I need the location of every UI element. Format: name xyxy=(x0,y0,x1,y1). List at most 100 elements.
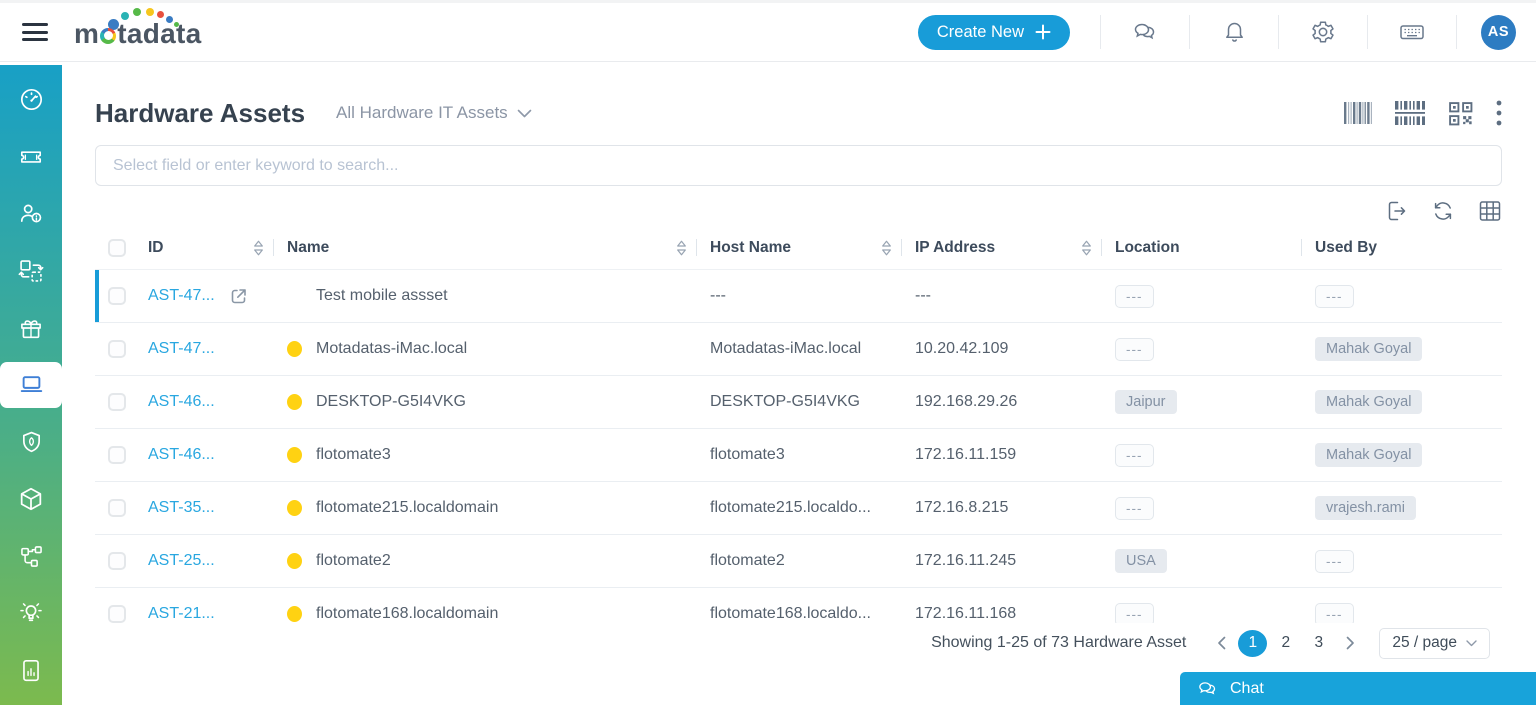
asset-name: DESKTOP-G5I4VKG xyxy=(316,393,466,410)
column-header-host-name[interactable]: Host Name xyxy=(710,226,915,269)
location-tag: Jaipur xyxy=(1115,390,1177,414)
host-name: flotomate3 xyxy=(710,446,785,463)
column-header-ip-address[interactable]: IP Address xyxy=(915,226,1115,269)
page-size-select[interactable]: 25 / page xyxy=(1379,627,1490,659)
sidebar-item-topology[interactable] xyxy=(0,528,62,585)
settings-icon[interactable] xyxy=(1279,19,1367,45)
sidebar-item-security[interactable] xyxy=(0,414,62,471)
table-row[interactable]: AST-25... flotomate2 flotomate2 172.16.1… xyxy=(95,535,1502,588)
open-in-new-icon[interactable] xyxy=(228,286,249,307)
host-name: Motadatas-iMac.local xyxy=(710,340,862,357)
change-icon xyxy=(18,259,44,282)
row-checkbox[interactable] xyxy=(108,393,126,411)
asset-id-link[interactable]: AST-47... xyxy=(148,340,215,358)
logo-dot xyxy=(174,22,179,27)
location-tag: --- xyxy=(1115,284,1154,308)
asset-id-link[interactable]: AST-35... xyxy=(148,499,215,517)
sidebar-item-knowledge[interactable] xyxy=(0,585,62,642)
column-header-name[interactable]: Name xyxy=(287,226,710,269)
asset-id-link[interactable]: AST-46... xyxy=(148,393,215,411)
column-header-used-by[interactable]: Used By xyxy=(1315,226,1502,269)
host-name: --- xyxy=(710,287,726,304)
idea-icon xyxy=(20,603,42,622)
select-all-checkbox[interactable] xyxy=(108,238,126,257)
user-avatar[interactable]: AS xyxy=(1481,14,1516,50)
asset-id-link[interactable]: AST-25... xyxy=(148,552,215,570)
export-icon[interactable] xyxy=(1384,199,1408,223)
table-row[interactable]: AST-21... flotomate168.localdomain floto… xyxy=(95,588,1502,623)
view-filter-dropdown[interactable]: All Hardware IT Assets xyxy=(336,103,532,123)
asset-name: flotomate2 xyxy=(316,552,391,569)
keyboard-icon[interactable] xyxy=(1368,20,1456,44)
package-icon xyxy=(20,488,42,511)
refresh-icon[interactable] xyxy=(1431,199,1455,223)
release-icon xyxy=(21,319,41,338)
sidebar-item-changes[interactable] xyxy=(0,242,62,299)
page-number-3[interactable]: 3 xyxy=(1304,630,1333,657)
sidebar-item-packages[interactable] xyxy=(0,471,62,528)
sort-icon[interactable] xyxy=(253,240,264,256)
sidebar-item-releases[interactable] xyxy=(0,299,62,356)
assets-icon xyxy=(20,376,42,393)
divider xyxy=(696,239,697,256)
qr-code-icon[interactable] xyxy=(1448,101,1473,126)
hamburger-menu-icon[interactable] xyxy=(22,19,48,46)
barcode-icon[interactable] xyxy=(1344,102,1372,124)
asset-id-link[interactable]: AST-46... xyxy=(148,446,215,464)
sidebar-item-reports[interactable] xyxy=(0,642,62,699)
used-by-tag: vrajesh.rami xyxy=(1315,496,1416,520)
row-checkbox[interactable] xyxy=(108,340,126,358)
row-checkbox[interactable] xyxy=(108,552,126,570)
column-grid-icon[interactable] xyxy=(1478,200,1502,222)
ip-address: 192.168.29.26 xyxy=(915,393,1018,410)
asset-name: Test mobile assset xyxy=(316,287,448,304)
asset-name: flotomate3 xyxy=(316,446,391,463)
row-checkbox[interactable] xyxy=(108,446,126,464)
used-by-tag: --- xyxy=(1315,602,1354,623)
logo-dot xyxy=(166,16,173,23)
sidebar-item-users[interactable] xyxy=(0,185,62,242)
sidebar-item-assets[interactable] xyxy=(0,362,62,408)
search-input[interactable] xyxy=(95,145,1502,186)
notifications-icon[interactable] xyxy=(1190,19,1278,45)
row-checkbox[interactable] xyxy=(108,287,126,305)
table-row[interactable]: AST-46... DESKTOP-G5I4VKG DESKTOP-G5I4VK… xyxy=(95,376,1502,429)
sidebar-item-requests[interactable] xyxy=(0,128,62,185)
table-row[interactable]: AST-47... Test mobile assset --- --- ---… xyxy=(95,270,1502,323)
next-page-icon[interactable] xyxy=(1335,636,1365,650)
motadata-logo: m tadata xyxy=(74,6,201,58)
asset-id-link[interactable]: AST-47... xyxy=(148,287,215,305)
divider xyxy=(1101,239,1102,256)
chevron-down-icon xyxy=(517,109,531,117)
logo-ring-o xyxy=(100,27,117,44)
table-row[interactable]: AST-46... flotomate3 flotomate3 172.16.1… xyxy=(95,429,1502,482)
asset-id-link[interactable]: AST-21... xyxy=(148,605,215,623)
table-row[interactable]: AST-35... flotomate215.localdomain floto… xyxy=(95,482,1502,535)
sort-icon[interactable] xyxy=(1081,240,1092,256)
previous-page-icon[interactable] xyxy=(1206,636,1236,650)
column-header-location[interactable]: Location xyxy=(1115,226,1315,269)
more-menu-icon[interactable] xyxy=(1496,100,1502,126)
divider xyxy=(901,239,902,256)
page-number-2[interactable]: 2 xyxy=(1271,630,1300,657)
page-number-1[interactable]: 1 xyxy=(1238,629,1268,657)
scan-barcode-icon[interactable] xyxy=(1395,101,1425,125)
asset-name: flotomate215.localdomain xyxy=(316,499,499,516)
status-dot xyxy=(287,606,302,622)
pagination-summary: Showing 1-25 of 73 Hardware Asset xyxy=(931,634,1187,651)
table-header: ID Name Host Name IP Address Location Us… xyxy=(95,226,1502,270)
chat-icon[interactable] xyxy=(1101,20,1189,44)
used-by-tag: --- xyxy=(1315,549,1354,573)
users-icon xyxy=(20,204,42,223)
column-header-id[interactable]: ID xyxy=(148,226,287,269)
row-checkbox[interactable] xyxy=(108,499,126,517)
sort-icon[interactable] xyxy=(676,240,687,256)
row-checkbox[interactable] xyxy=(108,605,126,623)
sidebar-item-dashboard[interactable] xyxy=(0,71,62,128)
create-new-button[interactable]: Create New xyxy=(917,14,1070,50)
sort-icon[interactable] xyxy=(881,240,892,256)
chat-button[interactable]: Chat xyxy=(1180,672,1536,705)
table-row[interactable]: AST-47... Motadatas-iMac.local Motadatas… xyxy=(95,323,1502,376)
plus-icon xyxy=(1035,24,1051,40)
asset-name: Motadatas-iMac.local xyxy=(316,340,468,357)
